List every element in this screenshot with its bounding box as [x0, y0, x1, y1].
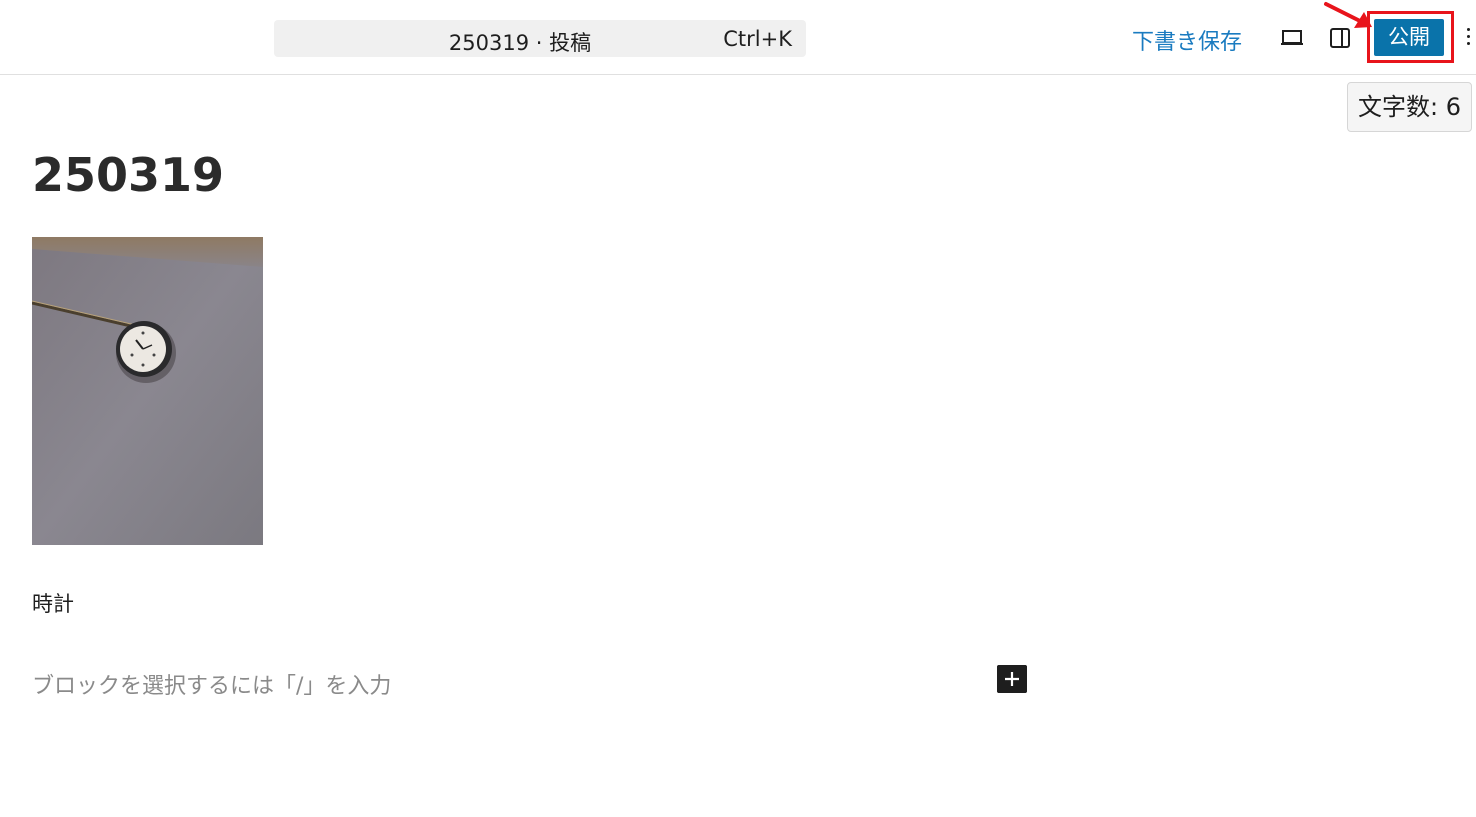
post-image[interactable]: [32, 237, 263, 545]
add-block-icon[interactable]: [997, 665, 1027, 693]
command-shortcut: Ctrl+K: [723, 27, 792, 51]
paragraph-block[interactable]: 時計: [32, 588, 74, 618]
post-title[interactable]: 250319: [32, 148, 224, 202]
wall-clock-photo: [32, 237, 263, 545]
command-palette-bar[interactable]: 250319 · 投稿 Ctrl+K: [274, 20, 806, 57]
preview-icon[interactable]: [1280, 26, 1304, 50]
block-placeholder[interactable]: ブロックを選択するには「/」を入力: [32, 668, 391, 700]
command-title: 250319 · 投稿: [448, 31, 592, 55]
publish-button[interactable]: 公開: [1374, 19, 1444, 56]
editor-header: 250319 · 投稿 Ctrl+K 下書き保存 公開: [0, 0, 1476, 75]
word-count-badge: 文字数: 6: [1347, 82, 1472, 132]
more-options-icon[interactable]: [1464, 28, 1472, 50]
save-draft-button[interactable]: 下書き保存: [1132, 24, 1242, 56]
